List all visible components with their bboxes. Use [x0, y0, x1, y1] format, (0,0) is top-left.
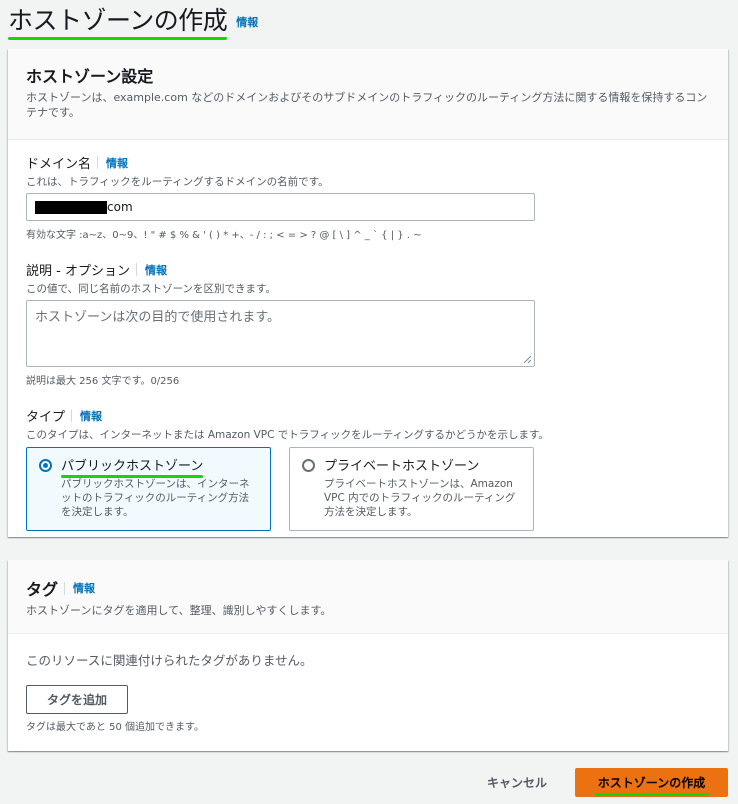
- label-divider: [97, 156, 99, 169]
- redacted-text: [35, 200, 107, 214]
- panel-description: ホストゾーンは、example.com などのドメインおよびそのサブドメインのト…: [26, 91, 708, 119]
- type-label: タイプ: [26, 410, 66, 425]
- tags-panel: タグ 情報 ホストゾーンにタグを適用して、整理、識別しやすくします。 このリソー…: [8, 560, 728, 751]
- description-field: 説明 - オプション 情報 この値で、同じ名前のホストゾーンを区別できます。 ホ…: [26, 260, 710, 387]
- panel-title: ホストゾーン設定: [26, 67, 154, 86]
- type-field: タイプ 情報 このタイプは、インターネットまたは Amazon VPC でトラフ…: [26, 406, 710, 531]
- private-hosted-zone-title: プライベートホストゾーン: [324, 459, 480, 474]
- type-tiles: パブリックホストゾーン パブリックホストゾーンは、インターネットのトラフィックの…: [26, 447, 710, 531]
- domain-name-input[interactable]: com: [26, 193, 535, 221]
- add-tag-button[interactable]: タグを追加: [26, 685, 128, 714]
- domain-name-field: ドメイン名 情報 これは、トラフィックをルーティングするドメインの名前です。 c…: [26, 153, 710, 241]
- description-placeholder: ホストゾーンは次の目的で使用されます。: [35, 310, 281, 325]
- tags-panel-body: このリソースに関連付けられたタグがありません。 タグを追加 タグは最大であと 5…: [8, 634, 728, 749]
- tags-panel-header: タグ 情報 ホストゾーンにタグを適用して、整理、識別しやすくします。: [8, 560, 728, 634]
- form-actions: キャンセル ホストゾーンの作成: [487, 768, 728, 797]
- private-hosted-zone-description: プライベートホストゾーンは、Amazon VPC 内でのトラフィックのルーティン…: [324, 478, 516, 518]
- description-counter: 説明は最大 256 文字です。0/256: [26, 376, 180, 387]
- private-hosted-zone-radio[interactable]: [302, 459, 315, 472]
- create-hosted-zone-button[interactable]: ホストゾーンの作成: [575, 768, 728, 797]
- domain-name-value-suffix: com: [107, 200, 133, 214]
- domain-name-label: ドメイン名: [26, 157, 92, 172]
- page-title-text: ホストゾーンの作成: [8, 6, 228, 35]
- description-textarea[interactable]: ホストゾーンは次の目的で使用されます。: [26, 300, 535, 367]
- tags-description: ホストゾーンにタグを適用して、整理、識別しやすくします。: [26, 604, 332, 617]
- tags-title: タグ: [26, 580, 59, 599]
- public-hosted-zone-title-text: パブリックホストゾーン: [61, 459, 204, 474]
- type-info-link[interactable]: 情報: [80, 408, 102, 424]
- public-hosted-zone-radio[interactable]: [39, 459, 52, 472]
- page-title: ホストゾーンの作成: [8, 6, 228, 40]
- label-divider: [71, 409, 73, 422]
- description-info-link[interactable]: 情報: [145, 262, 167, 278]
- label-divider: [135, 263, 137, 276]
- highlight-underline: [593, 793, 710, 796]
- page-info-link[interactable]: 情報: [236, 14, 258, 30]
- private-hosted-zone-tile[interactable]: プライベートホストゾーン プライベートホストゾーンは、Amazon VPC 内で…: [289, 447, 534, 531]
- domain-name-hint: これは、トラフィックをルーティングするドメインの名前です。: [26, 176, 329, 188]
- public-hosted-zone-tile[interactable]: パブリックホストゾーン パブリックホストゾーンは、インターネットのトラフィックの…: [26, 447, 271, 531]
- tags-limit-text: タグは最大であと 50 個追加できます。: [26, 722, 204, 733]
- public-hosted-zone-title: パブリックホストゾーン: [61, 458, 204, 478]
- resize-handle-icon[interactable]: [523, 355, 532, 364]
- cancel-button[interactable]: キャンセル: [487, 774, 547, 791]
- description-hint: この値で、同じ名前のホストゾーンを区別できます。: [26, 283, 277, 295]
- description-label: 説明 - オプション: [26, 264, 130, 279]
- label-divider: [64, 581, 66, 595]
- type-hint: このタイプは、インターネットまたは Amazon VPC でトラフィックをルーテ…: [26, 429, 549, 441]
- highlight-underline: [61, 475, 204, 478]
- panel-body: ドメイン名 情報 これは、トラフィックをルーティングするドメインの名前です。 c…: [8, 140, 728, 547]
- highlight-underline: [8, 37, 228, 40]
- domain-name-info-link[interactable]: 情報: [106, 155, 128, 171]
- tags-empty-text: このリソースに関連付けられたタグがありません。: [26, 653, 313, 668]
- page-header: ホストゾーンの作成 情報: [8, 2, 258, 40]
- create-hosted-zone-label: ホストゾーンの作成: [597, 776, 706, 790]
- domain-name-constraint: 有効な文字 :a~z、0~9、! " # $ % & ' ( ) * +、- /…: [26, 230, 422, 241]
- panel-header: ホストゾーン設定 ホストゾーンは、example.com などのドメインおよびそ…: [8, 49, 728, 140]
- public-hosted-zone-description: パブリックホストゾーンは、インターネットのトラフィックのルーティング方法を決定し…: [61, 478, 250, 518]
- hosted-zone-settings-panel: ホストゾーン設定 ホストゾーンは、example.com などのドメインおよびそ…: [8, 49, 728, 537]
- tags-info-link[interactable]: 情報: [73, 580, 95, 596]
